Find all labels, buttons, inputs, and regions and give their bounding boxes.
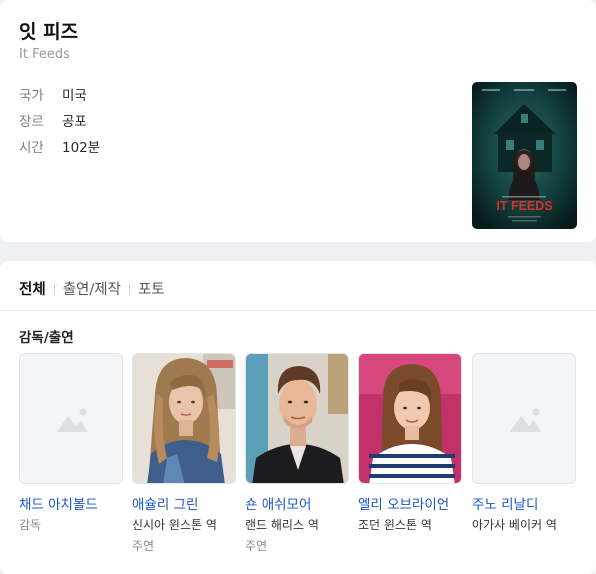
person-name[interactable]: 숀 애쉬모어 — [245, 493, 349, 513]
section-divider — [0, 310, 596, 311]
movie-title[interactable]: 잇 피즈 — [19, 17, 78, 44]
info-row-country: 국가 미국 — [19, 84, 87, 104]
person-card[interactable]: 애슐리 그린 신시아 윈스톤 역 주연 — [132, 353, 236, 554]
info-label: 장르 — [19, 114, 44, 130]
person-card[interactable]: 숀 애쉬모어 랜드 해리스 역 주연 — [245, 353, 349, 554]
person-photo[interactable] — [358, 353, 462, 484]
person-role: 신시아 윈스톤 역 — [132, 518, 217, 532]
poster-title-text: IT FEEDS — [496, 199, 552, 213]
person-photo-placeholder[interactable] — [19, 353, 123, 484]
person-role: 조던 윈스톤 역 — [358, 518, 432, 532]
person-photo[interactable] — [132, 353, 236, 484]
person-role: 랜드 해리스 역 — [245, 518, 319, 532]
person-card[interactable]: 엘리 오브라이언 조던 윈스톤 역 — [358, 353, 462, 533]
movie-poster[interactable]: IT FEEDS — [472, 82, 577, 229]
person-role: 감독 — [19, 518, 42, 532]
person-photo-placeholder[interactable] — [472, 353, 576, 484]
person-billing: 주연 — [245, 539, 268, 553]
person-card[interactable]: 주노 리날디 아가사 베이커 역 — [472, 353, 576, 533]
person-role: 아가사 베이커 역 — [472, 518, 557, 532]
person-name[interactable]: 엘리 오브라이언 — [358, 493, 462, 513]
tab-cast-crew[interactable]: 출연/제작 — [63, 278, 121, 299]
person-billing: 주연 — [132, 539, 155, 553]
info-value: 102분 — [62, 140, 101, 156]
movie-info-card: 잇 피즈 It Feeds 국가 미국 장르 공포 시간 102분 IT FEE… — [0, 0, 596, 242]
tab-divider — [128, 282, 130, 295]
info-row-genre: 장르 공포 — [19, 110, 87, 130]
image-placeholder-icon — [473, 354, 575, 483]
image-placeholder-icon — [20, 354, 122, 483]
info-value: 미국 — [62, 88, 87, 104]
person-name[interactable]: 애슐리 그린 — [132, 493, 236, 513]
info-value: 공포 — [62, 114, 87, 130]
person-photo[interactable] — [245, 353, 349, 484]
tab-all[interactable]: 전체 — [19, 278, 46, 299]
info-label: 시간 — [19, 140, 44, 156]
tab-photos[interactable]: 포토 — [138, 278, 165, 299]
section-title-director-cast: 감독/출연 — [19, 330, 74, 346]
movie-original-title: It Feeds — [19, 47, 70, 62]
info-row-runtime: 시간 102분 — [19, 136, 100, 156]
info-label: 국가 — [19, 88, 44, 104]
tab-divider — [53, 282, 55, 295]
person-name[interactable]: 주노 리날디 — [472, 493, 576, 513]
person-name[interactable]: 채드 아치볼드 — [19, 493, 123, 513]
tab-bar: 전체 출연/제작 포토 — [19, 278, 165, 299]
person-card[interactable]: 채드 아치볼드 감독 — [19, 353, 123, 533]
